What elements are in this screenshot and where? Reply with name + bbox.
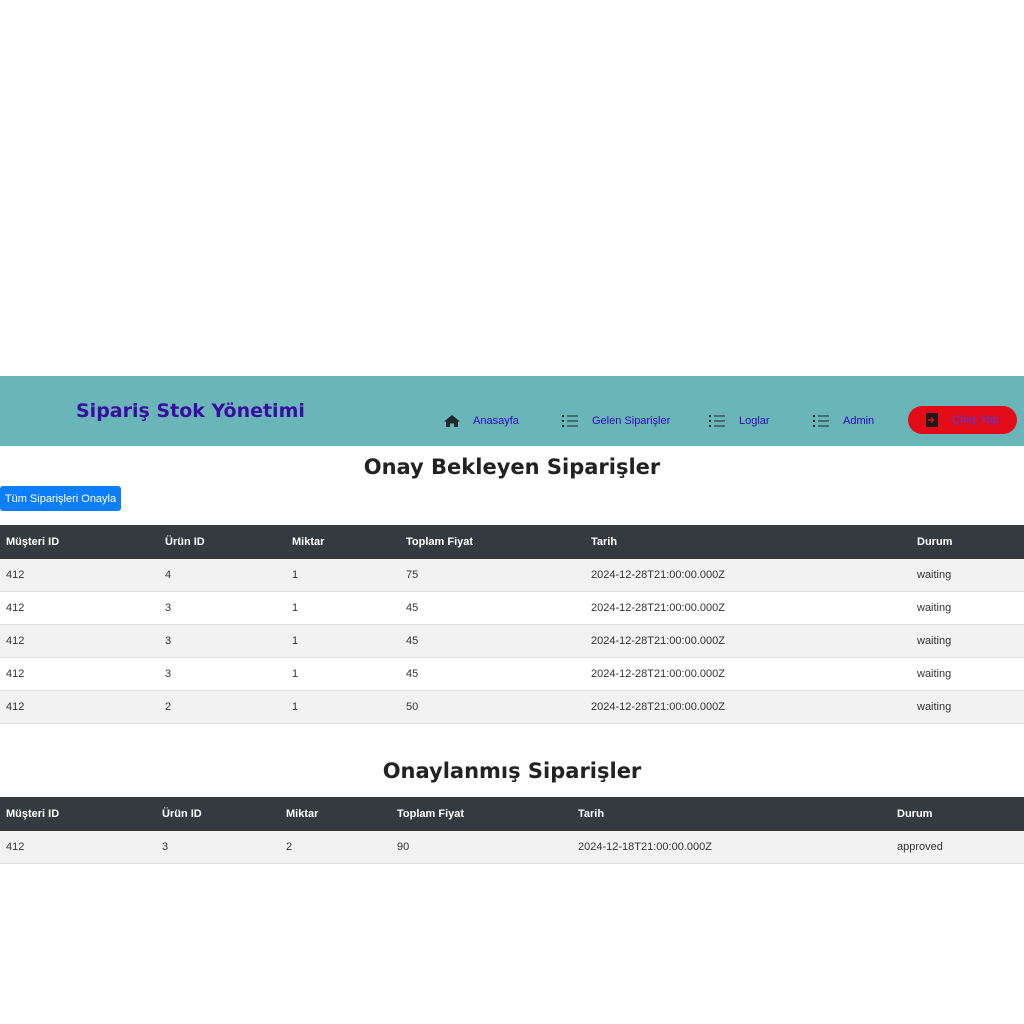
cell-miktar: 1	[286, 624, 400, 658]
column-header-tarih: Tarih	[572, 797, 891, 831]
cell-miktar: 1	[286, 591, 400, 625]
cell-tarih: 2024-12-28T21:00:00.000Z	[585, 690, 911, 724]
cell-durum: waiting	[911, 657, 1024, 691]
table-header-row: Müşteri ID Ürün ID Miktar Toplam Fiyat T…	[0, 525, 1024, 559]
cell-durum: approved	[891, 831, 1024, 864]
cell-urun-id: 2	[159, 690, 286, 724]
cell-toplam-fiyat: 50	[400, 690, 585, 724]
cell-durum: waiting	[911, 559, 1024, 592]
column-header-miktar: Miktar	[280, 797, 391, 831]
column-header-musteri-id: Müşteri ID	[0, 797, 156, 831]
cell-toplam-fiyat: 75	[400, 559, 585, 592]
cell-miktar: 2	[280, 831, 391, 864]
home-icon	[444, 415, 460, 427]
column-header-musteri-id: Müşteri ID	[0, 525, 159, 559]
cell-toplam-fiyat: 45	[400, 591, 585, 625]
table-row: 412 4 1 75 2024-12-28T21:00:00.000Z wait…	[0, 559, 1024, 592]
cell-musteri-id: 412	[0, 624, 159, 658]
sign-out-icon	[926, 413, 939, 427]
cell-miktar: 1	[286, 559, 400, 592]
cell-miktar: 1	[286, 690, 400, 724]
nav-item-anasayfa[interactable]: Anasayfa	[443, 411, 519, 431]
cell-miktar: 1	[286, 657, 400, 691]
approve-all-button[interactable]: Tüm Siparişleri Onayla	[0, 486, 121, 511]
nav-item-gelen-siparisler[interactable]: Gelen Siparişler	[562, 411, 670, 431]
pending-orders-table: Müşteri ID Ürün ID Miktar Toplam Fiyat T…	[0, 525, 1024, 724]
nav-item-label: Gelen Siparişler	[592, 415, 671, 427]
column-header-toplam-fiyat: Toplam Fiyat	[400, 525, 585, 559]
list-icon	[709, 415, 725, 427]
logout-button[interactable]: Çıkış Yap	[908, 406, 1017, 434]
cell-musteri-id: 412	[0, 657, 159, 691]
table-row: 412 2 1 50 2024-12-28T21:00:00.000Z wait…	[0, 690, 1024, 724]
cell-tarih: 2024-12-28T21:00:00.000Z	[585, 559, 911, 592]
cell-toplam-fiyat: 45	[400, 657, 585, 691]
cell-musteri-id: 412	[0, 831, 156, 864]
cell-durum: waiting	[911, 624, 1024, 658]
column-header-urun-id: Ürün ID	[156, 797, 280, 831]
cell-toplam-fiyat: 90	[391, 831, 572, 864]
column-header-tarih: Tarih	[585, 525, 911, 559]
table-row: 412 3 1 45 2024-12-28T21:00:00.000Z wait…	[0, 591, 1024, 625]
nav-item-admin[interactable]: Admin	[813, 411, 874, 431]
cell-urun-id: 4	[159, 559, 286, 592]
column-header-toplam-fiyat: Toplam Fiyat	[391, 797, 572, 831]
cell-urun-id: 3	[159, 591, 286, 625]
column-header-durum: Durum	[891, 797, 1024, 831]
table-header-row: Müşteri ID Ürün ID Miktar Toplam Fiyat T…	[0, 797, 1024, 831]
nav-item-loglar[interactable]: Loglar	[709, 411, 770, 431]
cell-tarih: 2024-12-28T21:00:00.000Z	[585, 657, 911, 691]
column-header-miktar: Miktar	[286, 525, 400, 559]
column-header-durum: Durum	[911, 525, 1024, 559]
nav-item-label: Admin	[843, 415, 875, 427]
table-row: 412 3 2 90 2024-12-18T21:00:00.000Z appr…	[0, 831, 1024, 864]
cell-durum: waiting	[911, 690, 1024, 724]
cell-musteri-id: 412	[0, 559, 159, 592]
cell-musteri-id: 412	[0, 591, 159, 625]
cell-tarih: 2024-12-28T21:00:00.000Z	[585, 624, 911, 658]
cell-urun-id: 3	[159, 657, 286, 691]
list-icon	[562, 415, 578, 427]
column-header-urun-id: Ürün ID	[159, 525, 286, 559]
cell-toplam-fiyat: 45	[400, 624, 585, 658]
logout-label: Çıkış Yap	[952, 414, 999, 426]
brand-title[interactable]: Sipariş Stok Yönetimi	[76, 400, 305, 422]
cell-musteri-id: 412	[0, 690, 159, 724]
pending-orders-title: Onay Bekleyen Siparişler	[363, 455, 661, 479]
cell-durum: waiting	[911, 591, 1024, 625]
cell-tarih: 2024-12-18T21:00:00.000Z	[572, 831, 891, 864]
cell-urun-id: 3	[159, 624, 286, 658]
nav-item-label: Loglar	[739, 415, 770, 427]
nav-item-label: Anasayfa	[473, 415, 519, 427]
cell-urun-id: 3	[156, 831, 280, 864]
navbar: Sipariş Stok Yönetimi Anasayfa Gelen Sip…	[0, 376, 1024, 446]
table-row: 412 3 1 45 2024-12-28T21:00:00.000Z wait…	[0, 657, 1024, 691]
cell-tarih: 2024-12-28T21:00:00.000Z	[585, 591, 911, 625]
approved-orders-table: Müşteri ID Ürün ID Miktar Toplam Fiyat T…	[0, 797, 1024, 864]
table-row: 412 3 1 45 2024-12-28T21:00:00.000Z wait…	[0, 624, 1024, 658]
list-icon	[813, 415, 829, 427]
approved-orders-title: Onaylanmış Siparişler	[382, 759, 642, 783]
